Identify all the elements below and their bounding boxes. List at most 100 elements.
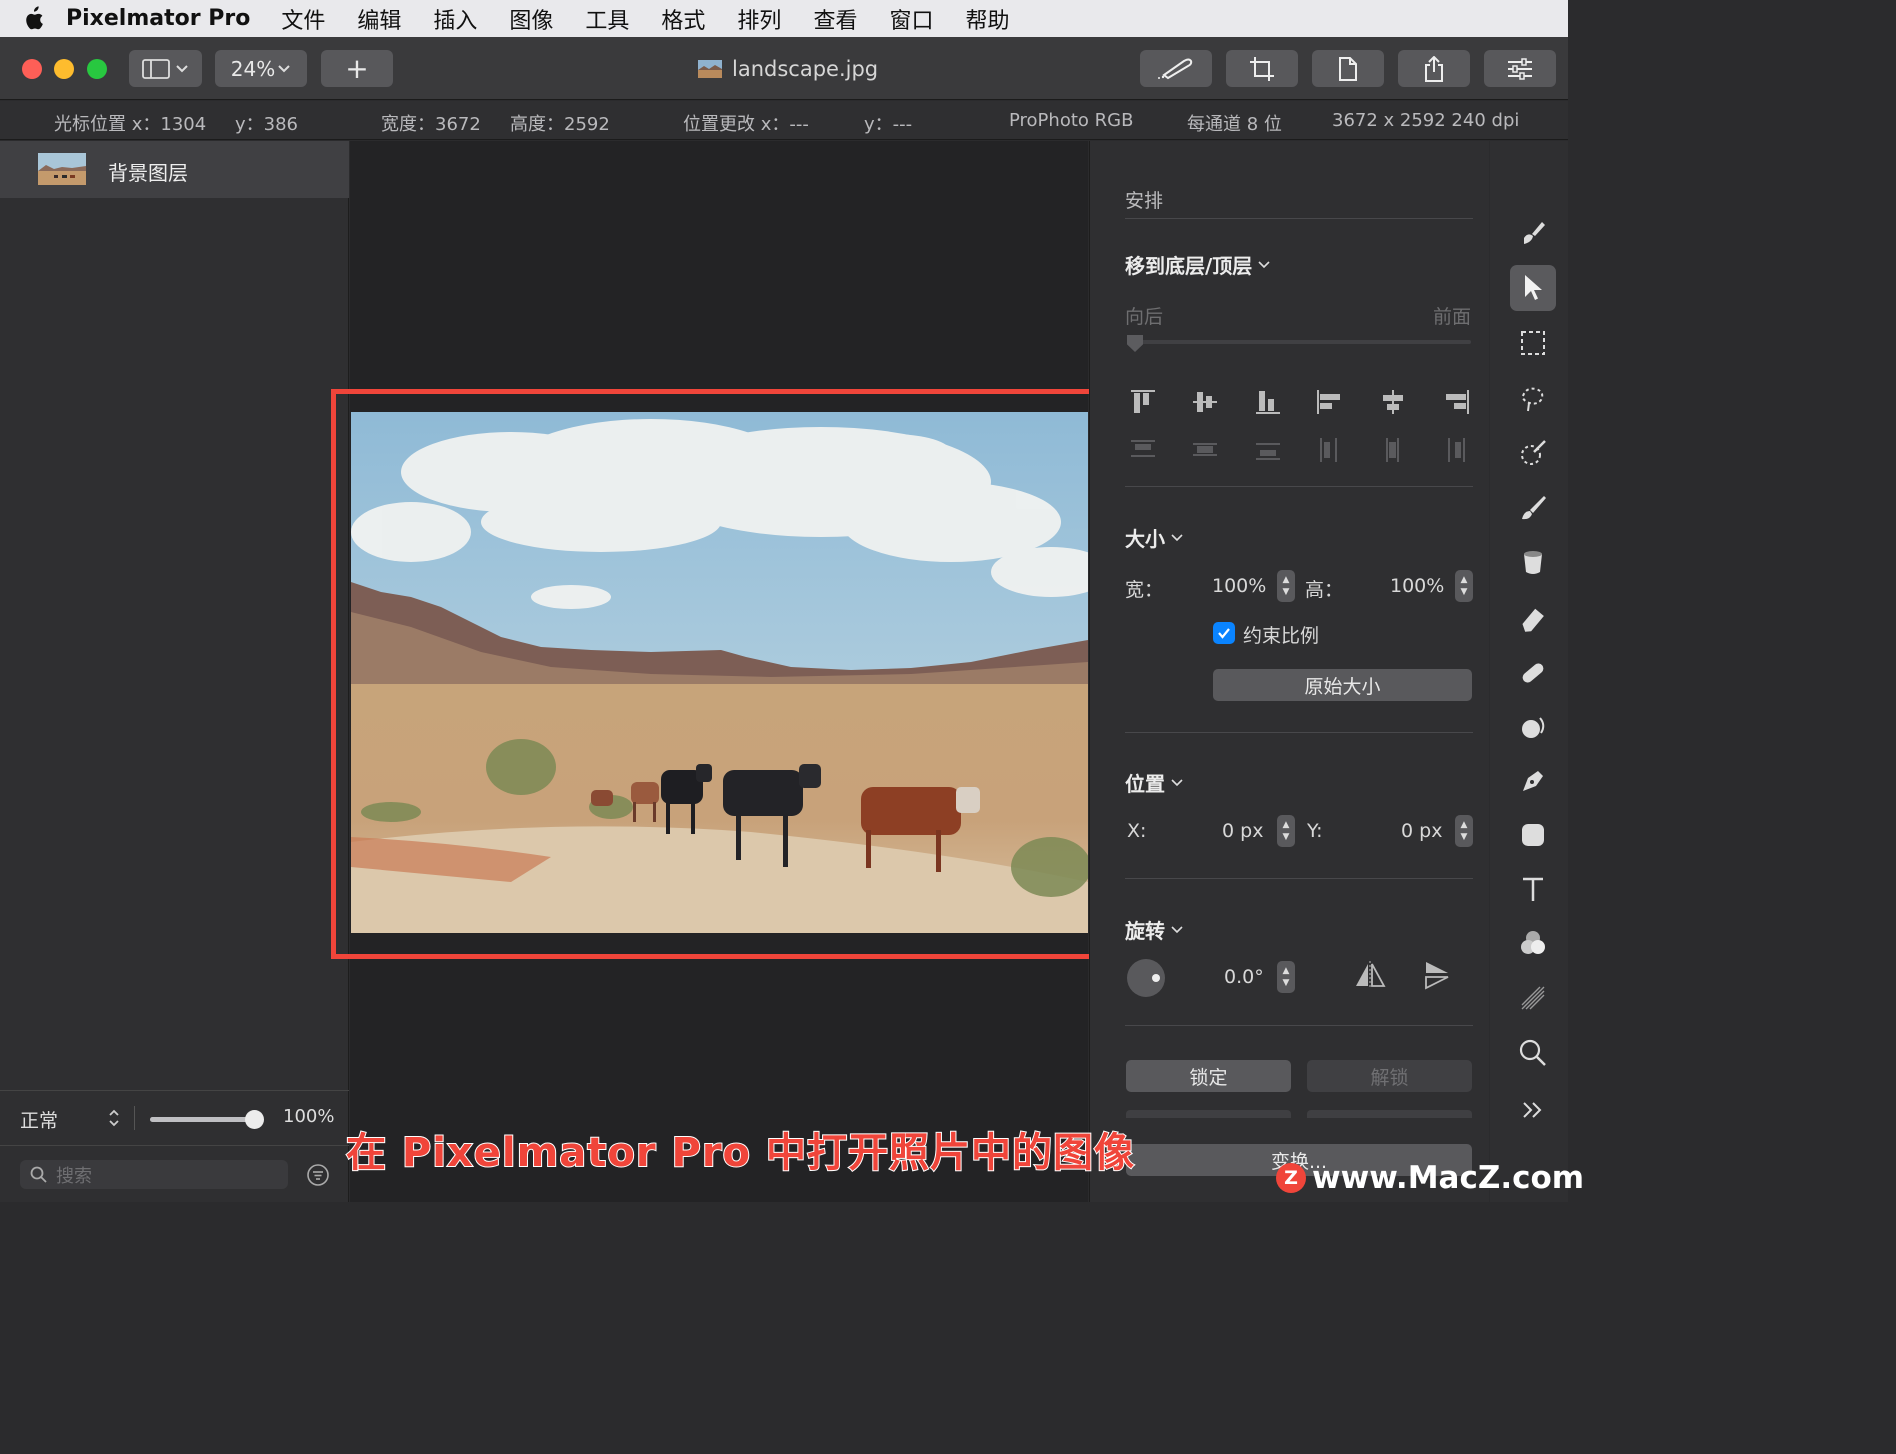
zoom-window-button[interactable]: [87, 59, 107, 79]
position-x-stepper[interactable]: ▲ ▼: [1277, 815, 1295, 847]
size-section-header[interactable]: 大小: [1125, 523, 1183, 552]
arrange-order-slider[interactable]: [1127, 335, 1471, 352]
quick-selection-tool[interactable]: [1510, 430, 1556, 476]
effects-tool[interactable]: [1510, 975, 1556, 1021]
menu-file[interactable]: 文件: [281, 3, 325, 35]
align-right-button[interactable]: [1441, 388, 1471, 420]
lasso-icon: [1521, 387, 1544, 412]
layer-search-field[interactable]: 搜索: [20, 1160, 288, 1189]
info-bar: 光标位置 x：1304 y：386 宽度：3672 高度：2592 位置更改 x…: [0, 101, 1568, 140]
position-x-field[interactable]: 0 px: [1222, 820, 1263, 842]
position-change-x-readout: 位置更改 x：---: [683, 114, 809, 135]
color-adjustments-tool[interactable]: [1510, 920, 1556, 966]
effects-sparkle-icon: [1521, 986, 1545, 1010]
group-button-partial[interactable]: [1126, 1110, 1291, 1118]
paintbrush-icon: [1158, 58, 1193, 79]
flip-horizontal-button[interactable]: [1353, 960, 1387, 994]
menu-help[interactable]: 帮助: [965, 3, 1009, 35]
position-divider: [1125, 878, 1473, 879]
opacity-slider-track[interactable]: [150, 1110, 264, 1129]
stepper-down-icon: ▼: [1460, 587, 1468, 597]
align-divider: [1125, 486, 1473, 487]
highlight-frame: [331, 389, 1108, 959]
selection-marquee-icon: [1521, 331, 1545, 355]
type-tool[interactable]: [1510, 866, 1556, 912]
rotation-field[interactable]: 0.0°: [1224, 966, 1264, 988]
minimize-window-button[interactable]: [54, 59, 74, 79]
menu-format[interactable]: 格式: [661, 3, 705, 35]
layers-divider: [0, 1090, 349, 1091]
menu-edit[interactable]: 编辑: [357, 3, 401, 35]
menu-window[interactable]: 窗口: [889, 3, 933, 35]
width-field[interactable]: 100%: [1212, 575, 1266, 597]
menu-insert[interactable]: 插入: [433, 3, 477, 35]
align-bottom-icon: [1256, 391, 1280, 414]
shapes-tool[interactable]: [1510, 812, 1556, 858]
align-top-button[interactable]: [1128, 388, 1158, 420]
menu-view[interactable]: 查看: [813, 3, 857, 35]
distort-tool[interactable]: [1510, 705, 1556, 751]
align-left-button[interactable]: [1315, 388, 1345, 420]
more-tools-button[interactable]: [1510, 1087, 1556, 1133]
apple-menu-icon[interactable]: [0, 5, 66, 32]
menu-app-name[interactable]: Pixelmator Pro: [66, 6, 250, 31]
position-section-header[interactable]: 位置: [1125, 768, 1183, 797]
original-size-button[interactable]: 原始大小: [1213, 669, 1472, 701]
distribute-right-button[interactable]: [1441, 436, 1471, 468]
chevron-down-icon: [1171, 778, 1183, 786]
opacity-slider-knob[interactable]: [244, 1110, 264, 1129]
position-y-field[interactable]: 0 px: [1401, 820, 1442, 842]
rotation-stepper[interactable]: ▲ ▼: [1277, 961, 1295, 993]
image-file-icon: [698, 60, 722, 78]
pen-tool[interactable]: [1510, 758, 1556, 804]
retouch-tool[interactable]: [1510, 650, 1556, 696]
zoom-tool[interactable]: [1510, 1030, 1556, 1076]
style-tool[interactable]: [1510, 210, 1556, 256]
blend-mode-stepper[interactable]: [108, 1107, 120, 1133]
constrain-proportions-checkbox[interactable]: [1213, 622, 1235, 644]
adjustments-button[interactable]: [1484, 50, 1556, 87]
lasso-select-tool[interactable]: [1510, 376, 1556, 422]
zoom-dropdown[interactable]: 24%: [215, 50, 307, 87]
add-button[interactable]: +: [321, 50, 393, 87]
height-field[interactable]: 100%: [1390, 575, 1444, 597]
distribute-bottom-button[interactable]: [1253, 436, 1283, 468]
distribute-vcenter-button[interactable]: [1190, 436, 1220, 468]
move-section-header[interactable]: 移到底层/顶层: [1125, 250, 1270, 279]
ungroup-button-partial[interactable]: [1307, 1110, 1472, 1118]
width-stepper[interactable]: ▲ ▼: [1277, 570, 1295, 602]
lock-button[interactable]: 锁定: [1126, 1060, 1291, 1092]
document-button[interactable]: [1312, 50, 1384, 87]
color-fill-tool[interactable]: [1510, 540, 1556, 586]
distribute-vcenter-icon: [1193, 443, 1217, 456]
filter-button[interactable]: [306, 1163, 330, 1191]
distribute-hcenter-button[interactable]: [1378, 436, 1408, 468]
rectangular-select-tool[interactable]: [1510, 320, 1556, 366]
distribute-left-button[interactable]: [1315, 436, 1345, 468]
align-horizontal-center-button[interactable]: [1378, 388, 1408, 420]
height-stepper[interactable]: ▲ ▼: [1455, 570, 1473, 602]
sidebar-toggle-button[interactable]: [129, 50, 202, 87]
unlock-button[interactable]: 解锁: [1307, 1060, 1472, 1092]
position-y-stepper[interactable]: ▲ ▼: [1455, 815, 1473, 847]
flip-vertical-button[interactable]: [1420, 960, 1454, 994]
blend-mode-value[interactable]: 正常: [20, 1106, 58, 1133]
arrow-pointer-icon: [1525, 275, 1542, 300]
move-section-label: 移到底层/顶层: [1125, 254, 1253, 278]
align-bottom-button[interactable]: [1253, 388, 1283, 420]
crop-button[interactable]: [1226, 50, 1298, 87]
share-button[interactable]: [1398, 50, 1470, 87]
paint-tool[interactable]: [1510, 485, 1556, 531]
erase-tool[interactable]: [1510, 595, 1556, 641]
align-vcenter-icon: [1193, 392, 1217, 412]
close-window-button[interactable]: [22, 59, 42, 79]
menu-image[interactable]: 图像: [509, 3, 553, 35]
align-vertical-center-button[interactable]: [1190, 388, 1220, 420]
rotation-dial[interactable]: [1127, 959, 1165, 997]
rotate-section-header[interactable]: 旋转: [1125, 915, 1183, 944]
menu-tools[interactable]: 工具: [585, 3, 629, 35]
menu-arrange[interactable]: 排列: [737, 3, 781, 35]
arrange-tool[interactable]: [1510, 265, 1556, 311]
distribute-top-button[interactable]: [1128, 436, 1158, 468]
edit-tools-button[interactable]: [1140, 50, 1212, 87]
